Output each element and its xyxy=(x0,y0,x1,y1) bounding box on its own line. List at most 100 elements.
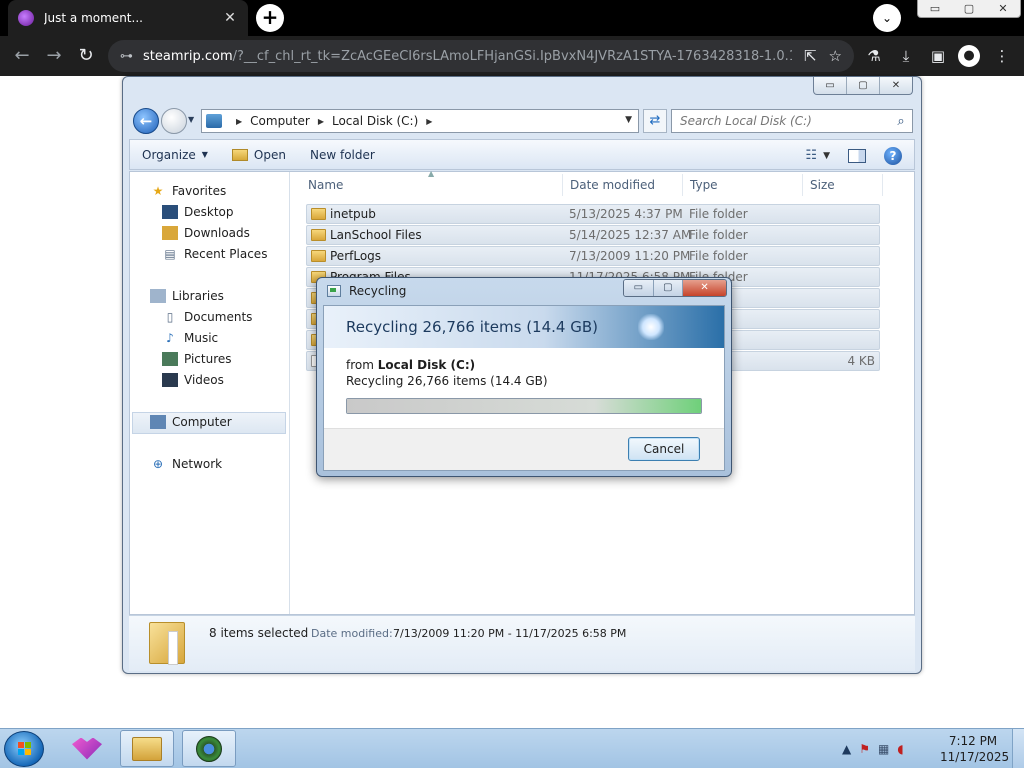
recycling-dialog: Recycling ▭ ▢ ✕ Recycling 26,766 items (… xyxy=(316,277,732,477)
system-tray: ▲ ⚑ ▦ ◖ xyxy=(842,729,912,768)
explorer-minimize-button[interactable]: ▭ xyxy=(814,77,847,94)
folder-icon xyxy=(311,229,326,241)
breadcrumb-arrow-icon[interactable]: ▶ xyxy=(236,117,242,126)
download-icon[interactable]: ⤓ xyxy=(894,44,918,68)
address-url[interactable]: steamrip.com/?__cf_chl_rt_tk=ZcAcGEeCI6r… xyxy=(143,49,792,64)
progress-fill xyxy=(347,399,701,413)
organize-button[interactable]: Organize ▼ xyxy=(142,148,208,162)
explorer-address-bar[interactable]: ▶ Computer ▶ Local Disk (C:) ▶ ▼ xyxy=(201,109,639,133)
bookmark-star-icon[interactable]: ☆ xyxy=(829,47,842,65)
window-minimize-button[interactable]: ▭ xyxy=(918,0,952,17)
browser-tab[interactable]: Just a moment... ✕ xyxy=(8,0,248,36)
breadcrumb-local-disk[interactable]: Local Disk (C:) xyxy=(332,114,418,128)
window-restore-button[interactable]: ▢ xyxy=(952,0,986,17)
date-modified-value: 7/13/2009 11:20 PM - 11/17/2025 6:58 PM xyxy=(393,627,627,640)
open-button[interactable]: Open xyxy=(231,148,286,162)
downloads-folder-icon xyxy=(162,226,178,240)
folder-icon xyxy=(311,250,326,262)
column-date-modified[interactable]: Date modified xyxy=(570,178,655,192)
explorer-maximize-button[interactable]: ▢ xyxy=(847,77,880,94)
recent-places-icon: ▤ xyxy=(164,247,176,261)
animated-glow-icon xyxy=(638,314,664,340)
view-options-dropdown-icon[interactable]: ▼ xyxy=(823,151,830,161)
address-bar[interactable]: ⊶ steamrip.com/?__cf_chl_rt_tk=ZcAcGEeCI… xyxy=(108,40,854,72)
table-row[interactable]: inetpub 5/13/2025 4:37 PM File folder xyxy=(306,204,880,224)
column-type[interactable]: Type xyxy=(690,178,718,192)
sidebar-item-computer[interactable]: Computer xyxy=(150,412,232,432)
browser-toolbar: ← → ↻ ⊶ steamrip.com/?__cf_chl_rt_tk=ZcA… xyxy=(0,36,1024,76)
sidebar-item-network[interactable]: ⊕ Network xyxy=(150,454,222,474)
help-icon[interactable]: ? xyxy=(884,146,902,165)
date-modified-label: Date modified: xyxy=(311,627,393,640)
history-dropdown-icon[interactable]: ▼ xyxy=(188,115,194,124)
sidebar-item-recent-places[interactable]: ▤ Recent Places xyxy=(162,244,267,264)
show-hidden-icons-icon[interactable]: ▲ xyxy=(842,742,851,756)
tab-close-icon[interactable]: ✕ xyxy=(222,10,238,26)
breadcrumb-arrow-icon[interactable]: ▶ xyxy=(426,117,432,126)
taskbar-chrome[interactable] xyxy=(182,730,236,767)
taskbar-mozilla-vpn[interactable] xyxy=(60,730,114,767)
table-row[interactable]: LanSchool Files 5/14/2025 12:37 AM File fo… xyxy=(306,225,880,245)
breadcrumb-arrow-icon[interactable]: ▶ xyxy=(318,117,324,126)
column-name[interactable]: Name xyxy=(308,178,343,192)
star-icon: ★ xyxy=(152,184,164,198)
column-divider[interactable] xyxy=(682,174,683,196)
window-close-button[interactable]: ✕ xyxy=(986,0,1020,17)
reload-icon[interactable]: ↻ xyxy=(74,44,98,68)
column-divider[interactable] xyxy=(562,174,563,196)
breadcrumb-computer[interactable]: Computer xyxy=(250,114,310,128)
tab-search-button[interactable]: ⌄ xyxy=(873,4,901,32)
network-status-icon[interactable]: ▦ xyxy=(878,742,889,756)
browser-tab-strip: Just a moment... ✕ + ⌄ ▭ ▢ ✕ xyxy=(0,0,1024,36)
sidebar-item-libraries[interactable]: Libraries xyxy=(150,286,224,306)
sidebar-item-music[interactable]: ♪ Music xyxy=(162,328,218,348)
sidebar-item-documents[interactable]: ▯ Documents xyxy=(162,307,253,327)
volume-muted-icon[interactable]: ◖ xyxy=(897,742,903,756)
forward-arrow-icon[interactable]: → xyxy=(42,44,66,68)
taskbar-explorer[interactable] xyxy=(120,730,174,767)
side-panel-icon[interactable]: ▣ xyxy=(926,44,950,68)
dialog-minimize-button[interactable]: ▭ xyxy=(624,280,654,296)
share-icon[interactable]: ⇱ xyxy=(804,47,817,65)
preview-pane-icon[interactable] xyxy=(848,148,866,163)
address-dropdown-icon[interactable]: ▼ xyxy=(625,115,632,125)
new-tab-button[interactable]: + xyxy=(256,4,284,32)
explorer-close-button[interactable]: ✕ xyxy=(880,77,912,94)
show-desktop-button[interactable] xyxy=(1012,729,1024,768)
start-button[interactable] xyxy=(4,731,44,767)
explorer-search-input[interactable] xyxy=(680,114,890,128)
action-center-flag-icon[interactable]: ⚑ xyxy=(859,742,870,756)
column-divider[interactable] xyxy=(882,174,883,196)
document-icon: ▯ xyxy=(166,310,174,324)
experiments-flask-icon[interactable]: ⚗ xyxy=(862,44,886,68)
folder-icon xyxy=(311,208,326,220)
column-divider[interactable] xyxy=(802,174,803,196)
column-size[interactable]: Size xyxy=(810,178,835,192)
dialog-footer: Cancel xyxy=(324,428,724,470)
menu-kebab-icon[interactable]: ⋮ xyxy=(990,44,1014,68)
profile-avatar-icon[interactable]: ● xyxy=(958,45,980,67)
explorer-search-box[interactable]: ⌕ xyxy=(671,109,913,133)
explorer-refresh-button[interactable]: ⇄ xyxy=(643,109,667,133)
sidebar-item-pictures[interactable]: Pictures xyxy=(162,349,232,369)
dialog-status: Recycling 26,766 items (14.4 GB) xyxy=(346,374,548,388)
sidebar-item-videos[interactable]: Videos xyxy=(162,370,224,390)
site-info-icon[interactable]: ⊶ xyxy=(120,49,133,64)
new-folder-button[interactable]: New folder xyxy=(310,148,375,162)
dialog-close-button[interactable]: ✕ xyxy=(683,280,726,296)
system-clock[interactable]: 7:12 PM 11/17/2025 xyxy=(940,733,1009,765)
explorer-forward-button[interactable] xyxy=(161,108,187,134)
dialog-title-bar: Recycling xyxy=(327,284,406,298)
computer-location-icon xyxy=(206,114,222,128)
explorer-back-button[interactable]: ← xyxy=(133,108,159,134)
selection-count: 8 items selected xyxy=(209,626,309,640)
back-arrow-icon[interactable]: ← xyxy=(10,44,34,68)
sidebar-item-favorites[interactable]: ★ Favorites xyxy=(150,181,227,201)
sidebar-item-desktop[interactable]: Desktop xyxy=(162,202,234,222)
cancel-button[interactable]: Cancel xyxy=(628,437,700,461)
sidebar-item-downloads[interactable]: Downloads xyxy=(162,223,250,243)
dialog-main: from Local Disk (C:) Recycling 26,766 it… xyxy=(324,348,724,428)
search-icon[interactable]: ⌕ xyxy=(890,114,912,129)
change-view-icon[interactable]: ☷ xyxy=(805,148,817,163)
table-row[interactable]: PerfLogs 7/13/2009 11:20 PM File folder xyxy=(306,246,880,266)
